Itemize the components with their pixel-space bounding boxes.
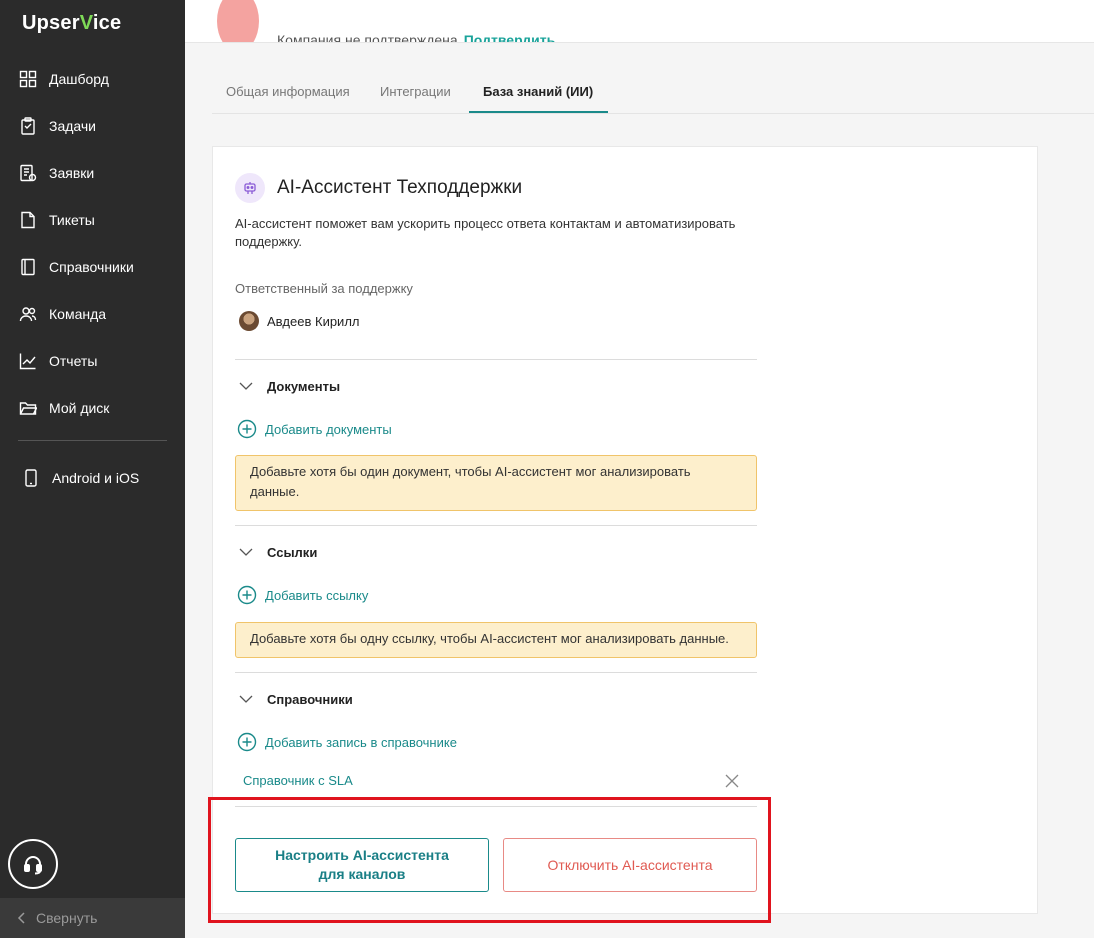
team-icon: [19, 306, 37, 321]
responsible-name: Авдеев Кирилл: [267, 313, 360, 329]
collapse-label: Свернуть: [36, 910, 98, 926]
card-description: AI-ассистент поможет вам ускорить процес…: [235, 216, 736, 249]
divider: [235, 359, 757, 360]
sidebar-item-tasks[interactable]: Задачи: [0, 102, 185, 149]
button-label: Настроить AI-ассистента для каналов: [275, 847, 449, 882]
reports-icon: [19, 353, 36, 369]
divider: [235, 806, 757, 807]
sidebar: UpserVice Дашборд Задачи Заявки Тикеты С…: [0, 0, 185, 938]
sidebar-item-directories[interactable]: Справочники: [0, 243, 185, 290]
directories-icon: [21, 258, 35, 275]
robot-icon: [235, 173, 265, 203]
sidebar-item-label: Дашборд: [49, 70, 109, 87]
sidebar-nav: Дашборд Задачи Заявки Тикеты Справочники…: [0, 55, 185, 431]
add-label: Добавить ссылку: [265, 587, 369, 603]
close-icon[interactable]: [725, 774, 739, 788]
avatar: [239, 311, 259, 331]
sidebar-item-label: Справочники: [49, 258, 134, 275]
company-status-line: Компания не подтверждена Подтвердить: [277, 32, 556, 43]
plus-circle-icon: [237, 585, 257, 605]
sidebar-item-my-disk[interactable]: Мой диск: [0, 384, 185, 431]
sidebar-item-dashboard[interactable]: Дашборд: [0, 55, 185, 102]
sidebar-item-label: Тикеты: [49, 211, 95, 228]
disable-ai-assistant-button[interactable]: Отключить AI-ассистента: [503, 838, 757, 892]
folder-icon: [19, 401, 37, 415]
sidebar-divider: [18, 440, 167, 441]
dashboard-icon: [19, 70, 37, 87]
confirm-company-link[interactable]: Подтвердить: [464, 32, 556, 42]
tabs: Общая информация Интеграции База знаний …: [212, 43, 1094, 114]
add-documents-link[interactable]: Добавить документы: [237, 419, 392, 439]
section-directories-header[interactable]: Справочники: [239, 692, 353, 707]
company-avatar: [217, 0, 259, 42]
section-links-header[interactable]: Ссылки: [239, 545, 317, 560]
chevron-down-icon: [239, 382, 253, 390]
add-directory-entry-link[interactable]: Добавить запись в справочнике: [237, 732, 457, 752]
responsible-label: Ответственный за поддержку: [235, 281, 413, 296]
ai-assistant-card: AI-Ассистент Техподдержки AI-ассистент п…: [212, 146, 1038, 914]
tickets-icon: [21, 211, 35, 228]
sidebar-item-reports[interactable]: Отчеты: [0, 337, 185, 384]
button-label: Отключить AI-ассистента: [547, 856, 713, 873]
support-button[interactable]: [8, 839, 58, 889]
directory-entry: Справочник с SLA: [243, 773, 739, 788]
section-title: Ссылки: [267, 545, 318, 560]
sidebar-item-label: Мой диск: [49, 399, 110, 416]
sidebar-item-label: Заявки: [49, 164, 95, 181]
tab-integrations[interactable]: Интеграции: [380, 84, 451, 99]
card-title: AI-Ассистент Техподдержки: [277, 177, 523, 198]
sidebar-item-mobile-apps[interactable]: Android и iOS: [22, 458, 139, 498]
divider: [235, 525, 757, 526]
add-label: Добавить документы: [265, 421, 392, 437]
section-title: Справочники: [267, 692, 353, 707]
sidebar-item-label: Отчеты: [49, 352, 98, 369]
chevron-left-icon: [17, 912, 25, 924]
sidebar-item-label: Задачи: [49, 117, 97, 134]
top-bar: Компания не подтверждена Подтвердить: [185, 0, 1094, 43]
card-header: AI-Ассистент Техподдержки: [235, 173, 522, 203]
responsible-user[interactable]: Авдеев Кирилл: [239, 311, 360, 331]
section-title: Документы: [267, 379, 341, 394]
sidebar-item-tickets[interactable]: Тикеты: [0, 196, 185, 243]
app-logo[interactable]: UpserVice: [22, 12, 121, 35]
sidebar-item-requests[interactable]: Заявки: [0, 149, 185, 196]
phone-icon: [25, 469, 37, 487]
links-warning: Добавьте хотя бы одну ссылку, чтобы AI-а…: [235, 622, 757, 658]
tasks-icon: [21, 116, 35, 135]
requests-icon: [20, 164, 37, 181]
sidebar-item-label: Android и iOS: [52, 470, 140, 486]
tab-knowledge-base[interactable]: База знаний (ИИ): [483, 84, 593, 99]
collapse-sidebar-button[interactable]: Свернуть: [0, 898, 185, 938]
plus-circle-icon: [237, 419, 257, 439]
add-link-link[interactable]: Добавить ссылку: [237, 585, 368, 605]
headset-icon: [24, 856, 42, 875]
company-status: Компания не подтверждена: [277, 32, 458, 43]
directory-entry-link[interactable]: Справочник с SLA: [243, 773, 353, 788]
active-tab-indicator: [469, 111, 608, 113]
divider: [235, 672, 757, 673]
section-documents-header[interactable]: Документы: [239, 379, 340, 394]
tab-general-info[interactable]: Общая информация: [226, 84, 350, 99]
plus-circle-icon: [237, 732, 257, 752]
chevron-down-icon: [239, 548, 253, 556]
sidebar-item-team[interactable]: Команда: [0, 290, 185, 337]
setup-ai-assistant-button[interactable]: Настроить AI-ассистента для каналов: [235, 838, 489, 892]
sidebar-item-label: Команда: [49, 305, 107, 322]
add-label: Добавить запись в справочнике: [265, 734, 457, 750]
chevron-down-icon: [239, 695, 253, 703]
documents-warning: Добавьте хотя бы один документ, чтобы AI…: [235, 455, 757, 511]
